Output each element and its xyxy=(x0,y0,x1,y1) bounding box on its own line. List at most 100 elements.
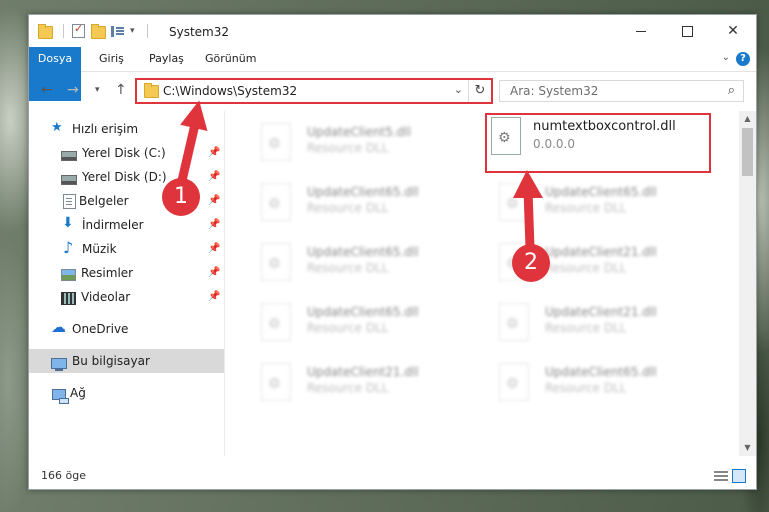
pin-icon[interactable]: 📌 xyxy=(208,267,220,278)
minimize-button[interactable] xyxy=(618,15,664,47)
refresh-icon[interactable]: ↻ xyxy=(468,80,491,102)
file-item-numtextboxcontrol[interactable]: numtextboxcontrol.dll 0.0.0.0 xyxy=(485,113,711,173)
properties-check-icon[interactable] xyxy=(70,22,86,39)
dll-file-icon xyxy=(261,183,291,221)
tab-gorunum[interactable]: Görünüm xyxy=(195,47,266,71)
close-icon: ✕ xyxy=(727,23,739,39)
callout-badge-2: 2 xyxy=(512,244,550,282)
file-item[interactable]: UpdateClient65.dll Resource DLL xyxy=(235,297,435,351)
this-pc-icon xyxy=(51,357,67,371)
address-path[interactable]: C:\Windows\System32 xyxy=(163,84,297,98)
sidebar-item-documents[interactable]: Belgeler xyxy=(29,189,256,213)
documents-icon xyxy=(63,193,76,209)
pin-icon[interactable]: 📌 xyxy=(208,171,220,182)
sidebar-item-label: Resimler xyxy=(81,266,134,280)
sidebar-item-label: Müzik xyxy=(82,242,117,256)
up-arrow-icon[interactable]: ↑ xyxy=(115,82,127,98)
disk-icon xyxy=(61,175,77,185)
file-item[interactable]: UpdateClient65.dll Resource DLL xyxy=(473,357,673,411)
back-arrow-icon[interactable]: ← xyxy=(41,82,53,98)
search-icon[interactable]: ⌕ xyxy=(728,83,735,98)
quick-access-toolbar: ▾ xyxy=(37,22,154,39)
sidebar-item-label: Yerel Disk (D:) xyxy=(82,170,167,184)
pin-icon[interactable]: 📌 xyxy=(208,219,220,230)
scroll-down-icon[interactable]: ▼ xyxy=(739,440,756,456)
sidebar-item-network[interactable]: Ağ xyxy=(29,381,246,405)
scroll-up-icon[interactable]: ▲ xyxy=(739,111,756,127)
pin-icon[interactable]: 📌 xyxy=(208,291,220,302)
file-description: Resource DLL xyxy=(307,141,389,155)
address-dropdown-icon[interactable]: ⌄ xyxy=(454,83,463,96)
dll-file-icon xyxy=(499,303,529,341)
vertical-scrollbar[interactable]: ▲ ▼ xyxy=(739,111,756,456)
file-name: UpdateClient65.dll xyxy=(307,245,419,259)
file-name: numtextboxcontrol.dll xyxy=(533,119,676,134)
sidebar-item-this-pc[interactable]: Bu bilgisayar xyxy=(29,349,224,373)
file-description: Resource DLL xyxy=(307,381,389,395)
onedrive-icon xyxy=(51,318,67,336)
sidebar-item-onedrive[interactable]: OneDrive xyxy=(29,317,246,341)
sidebar-item-label: OneDrive xyxy=(72,322,129,336)
disk-icon xyxy=(61,151,77,161)
dll-file-icon xyxy=(261,363,291,401)
file-description: Resource DLL xyxy=(307,201,389,215)
file-explorer-window: ▾ System32 ✕ Dosya Giriş Paylaş Görünüm … xyxy=(28,14,757,490)
file-item[interactable]: UpdateClient65.dll Resource DLL xyxy=(235,237,435,291)
sidebar-item-label: Belgeler xyxy=(79,194,129,208)
sidebar-item-local-disk-c[interactable]: Yerel Disk (C:) xyxy=(29,141,256,165)
maximize-button[interactable] xyxy=(664,15,710,47)
file-item[interactable]: UpdateClient65.dll Resource DLL xyxy=(473,177,673,231)
sidebar-item-quick-access[interactable]: Hızlı erişim xyxy=(29,117,246,141)
sidebar-item-pictures[interactable]: Resimler xyxy=(29,261,256,285)
callout-badge-1: 1 xyxy=(162,178,200,216)
file-item[interactable]: UpdateClient21.dll Resource DLL xyxy=(473,297,673,351)
search-box[interactable]: Ara: System32 ⌕ xyxy=(499,80,744,102)
network-icon xyxy=(52,388,69,404)
search-placeholder[interactable]: Ara: System32 xyxy=(510,84,598,98)
close-button[interactable]: ✕ xyxy=(710,15,756,47)
file-name: UpdateClient5.dll xyxy=(307,125,411,139)
file-name: UpdateClient21.dll xyxy=(307,365,419,379)
pin-icon[interactable]: 📌 xyxy=(208,243,220,254)
file-item[interactable]: UpdateClient5.dll Resource DLL xyxy=(235,117,435,171)
pin-icon[interactable]: 📌 xyxy=(208,195,220,206)
file-name: UpdateClient65.dll xyxy=(307,305,419,319)
dll-file-icon xyxy=(261,303,291,341)
file-description: Resource DLL xyxy=(545,381,627,395)
window-title: System32 xyxy=(169,25,230,39)
customize-dropdown-icon[interactable]: ▾ xyxy=(130,26,135,36)
folder-icon xyxy=(143,83,159,98)
new-folder-icon[interactable] xyxy=(90,23,106,39)
toolbar-divider xyxy=(63,24,64,38)
address-bar[interactable]: C:\Windows\System32 ⌄ ↻ xyxy=(135,78,493,104)
file-description: 0.0.0.0 xyxy=(533,137,575,151)
navigation-bar: ← → ▾ ↑ C:\Windows\System32 ⌄ ↻ Ara: Sys… xyxy=(29,72,756,108)
sidebar-item-downloads[interactable]: İndirmeler xyxy=(29,213,256,237)
large-icons-view-icon[interactable] xyxy=(732,469,746,483)
tab-giris[interactable]: Giriş xyxy=(89,47,134,71)
expand-ribbon-icon[interactable]: ⌄ xyxy=(722,52,730,63)
file-item[interactable]: UpdateClient65.dll Resource DLL xyxy=(235,177,435,231)
status-bar: 166 öge xyxy=(29,465,756,489)
pictures-icon xyxy=(61,269,76,281)
dll-file-icon xyxy=(499,363,529,401)
file-item[interactable]: UpdateClient21.dll Resource DLL xyxy=(473,237,673,291)
sidebar-item-local-disk-d[interactable]: Yerel Disk (D:) xyxy=(29,165,256,189)
details-view-icon[interactable] xyxy=(714,471,728,481)
file-item[interactable]: UpdateClient21.dll Resource DLL xyxy=(235,357,435,411)
pin-icon[interactable]: 📌 xyxy=(208,147,220,158)
sidebar-item-label: Ağ xyxy=(70,386,86,400)
sidebar-item-videos[interactable]: Videolar xyxy=(29,285,256,309)
sidebar-item-music[interactable]: Müzik xyxy=(29,237,256,261)
file-name: UpdateClient65.dll xyxy=(307,185,419,199)
recent-locations-icon[interactable]: ▾ xyxy=(95,85,100,95)
file-name: UpdateClient65.dll xyxy=(545,365,657,379)
scroll-thumb[interactable] xyxy=(742,128,753,176)
sidebar-item-label: İndirmeler xyxy=(82,218,144,232)
tab-paylas[interactable]: Paylaş xyxy=(139,47,194,71)
item-count: 166 öge xyxy=(41,469,86,482)
help-icon[interactable]: ? xyxy=(736,52,750,66)
folder-icon[interactable] xyxy=(37,23,53,39)
list-properties-icon[interactable] xyxy=(110,23,126,39)
forward-arrow-icon[interactable]: → xyxy=(67,82,79,98)
